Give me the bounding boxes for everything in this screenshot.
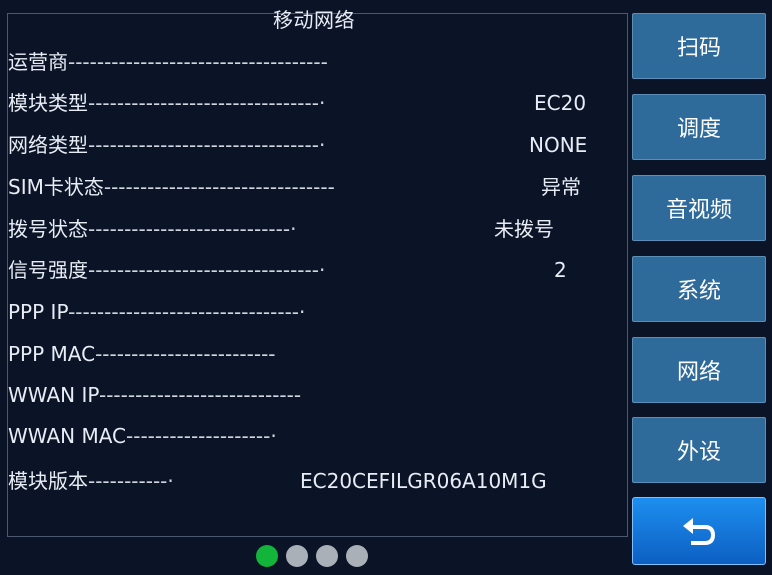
- row-ppp-ip: PPP IP--------------------------------·: [8, 297, 305, 327]
- row-module-version: 模块版本-----------· EC20CEFILGR06A10M1G: [8, 466, 547, 496]
- row-signal-strength: 信号强度--------------------------------· 2: [8, 255, 567, 285]
- row-label: 信号强度: [8, 258, 88, 282]
- row-leader: -----------·: [88, 469, 174, 493]
- row-label: SIM卡状态: [8, 175, 104, 199]
- row-leader: --------------------·: [126, 424, 277, 448]
- row-value: 异常: [541, 175, 581, 199]
- page-dot-1[interactable]: [256, 545, 278, 567]
- row-label: 模块类型: [8, 91, 88, 115]
- peripheral-button[interactable]: 外设: [632, 417, 766, 483]
- row-leader: ------------------------------------: [68, 50, 328, 74]
- row-leader: -------------------------: [95, 342, 276, 366]
- row-leader: ----------------------------·: [88, 217, 297, 241]
- network-button[interactable]: 网络: [632, 337, 766, 403]
- row-wwan-ip: WWAN IP----------------------------: [8, 380, 301, 410]
- row-module-type: 模块类型--------------------------------· EC…: [8, 88, 586, 118]
- page-dot-2[interactable]: [286, 545, 308, 567]
- row-leader: --------------------------------: [103, 175, 335, 199]
- back-button[interactable]: [632, 497, 766, 565]
- row-sim-status: SIM卡状态-------------------------------- 异…: [8, 172, 581, 202]
- page-dot-4[interactable]: [346, 545, 368, 567]
- row-leader: --------------------------------·: [88, 133, 326, 157]
- row-leader: --------------------------------·: [88, 91, 326, 115]
- scan-button[interactable]: 扫码: [632, 13, 766, 79]
- audio-video-button[interactable]: 音视频: [632, 175, 766, 241]
- row-label: 运营商: [8, 50, 68, 74]
- page-indicator: [256, 545, 368, 567]
- row-value: 未拨号: [494, 217, 554, 241]
- row-label: PPP MAC: [8, 342, 96, 366]
- row-value: EC20CEFILGR06A10M1G: [300, 469, 547, 493]
- row-wwan-mac: WWAN MAC--------------------·: [8, 421, 277, 451]
- system-button[interactable]: 系统: [632, 256, 766, 322]
- row-label: PPP IP: [8, 300, 69, 324]
- page-dot-3[interactable]: [316, 545, 338, 567]
- row-value: EC20: [534, 91, 587, 115]
- row-value: 2: [554, 258, 567, 282]
- row-label: WWAN IP: [8, 383, 99, 407]
- row-leader: --------------------------------·: [68, 300, 306, 324]
- row-ppp-mac: PPP MAC-------------------------: [8, 339, 276, 369]
- row-label: 网络类型: [8, 133, 88, 157]
- row-carrier: 运营商------------------------------------: [8, 47, 328, 77]
- row-leader: --------------------------------·: [88, 258, 326, 282]
- row-value: NONE: [529, 133, 588, 157]
- row-leader: ----------------------------: [98, 383, 302, 407]
- row-label: 模块版本: [8, 469, 88, 493]
- dispatch-button[interactable]: 调度: [632, 94, 766, 160]
- row-label: WWAN MAC: [8, 424, 127, 448]
- return-arrow-icon: [683, 518, 715, 545]
- row-network-type: 网络类型--------------------------------· NO…: [8, 130, 587, 160]
- page-title: 移动网络: [273, 8, 355, 32]
- row-label: 拨号状态: [8, 217, 88, 241]
- row-dial-status: 拨号状态----------------------------· 未拨号: [8, 214, 554, 244]
